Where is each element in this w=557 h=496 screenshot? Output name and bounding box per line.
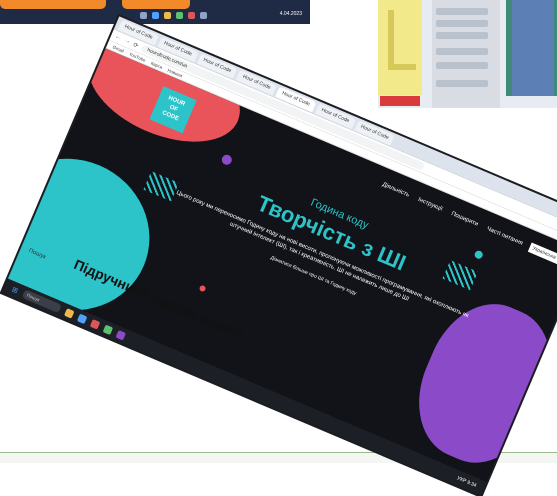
code-block[interactable] — [436, 62, 488, 69]
taskbar-clock: 4.04.2023 — [280, 12, 302, 17]
run-button[interactable] — [380, 96, 420, 106]
decor-dot — [198, 284, 207, 293]
app-icon[interactable] — [115, 329, 127, 341]
clock-date: 4.04.2023 — [279, 11, 302, 17]
nav-share[interactable]: Поширити — [450, 211, 479, 228]
code-block[interactable] — [436, 80, 488, 87]
taskbar-icon — [164, 12, 171, 19]
orange-tab-left — [0, 0, 106, 9]
code-block[interactable] — [436, 48, 488, 55]
taskbar-time: 9:34 — [466, 479, 478, 489]
nav-instructions[interactable]: Інструкції — [417, 197, 443, 213]
nav-activities[interactable]: Діяльність — [381, 182, 410, 199]
taskbar-icon — [140, 12, 147, 19]
chrome-icon[interactable] — [89, 318, 101, 330]
maze-board — [378, 0, 422, 95]
language-select[interactable]: Українська — [527, 242, 557, 269]
taskbar-icon — [188, 12, 195, 19]
workspace-panel — [512, 0, 554, 96]
edge-icon[interactable] — [76, 313, 88, 324]
decor-dot — [473, 249, 484, 260]
forward-icon[interactable]: → — [123, 37, 131, 45]
background-window-strip: 4.04.2023 — [0, 0, 310, 24]
nav-faq[interactable]: Часті питання — [486, 226, 524, 247]
code-block[interactable] — [436, 20, 488, 27]
app-icon[interactable] — [102, 324, 114, 335]
taskbar-icon — [152, 12, 159, 19]
background-coding-app — [378, 0, 557, 108]
taskbar-icon — [176, 12, 183, 19]
code-block[interactable] — [436, 8, 488, 15]
file-explorer-icon[interactable] — [64, 307, 75, 319]
taskbar-tray: УКР 9:34 — [456, 475, 477, 489]
windows-start-icon[interactable]: ⊞ — [11, 285, 20, 295]
maze-path — [388, 10, 394, 70]
back-icon[interactable]: ← — [114, 34, 122, 42]
code-block[interactable] — [436, 32, 488, 39]
taskbar-icon — [200, 12, 207, 19]
orange-tab-right — [122, 0, 190, 9]
reload-icon[interactable]: ⟳ — [132, 41, 139, 49]
maze-path — [388, 64, 416, 70]
